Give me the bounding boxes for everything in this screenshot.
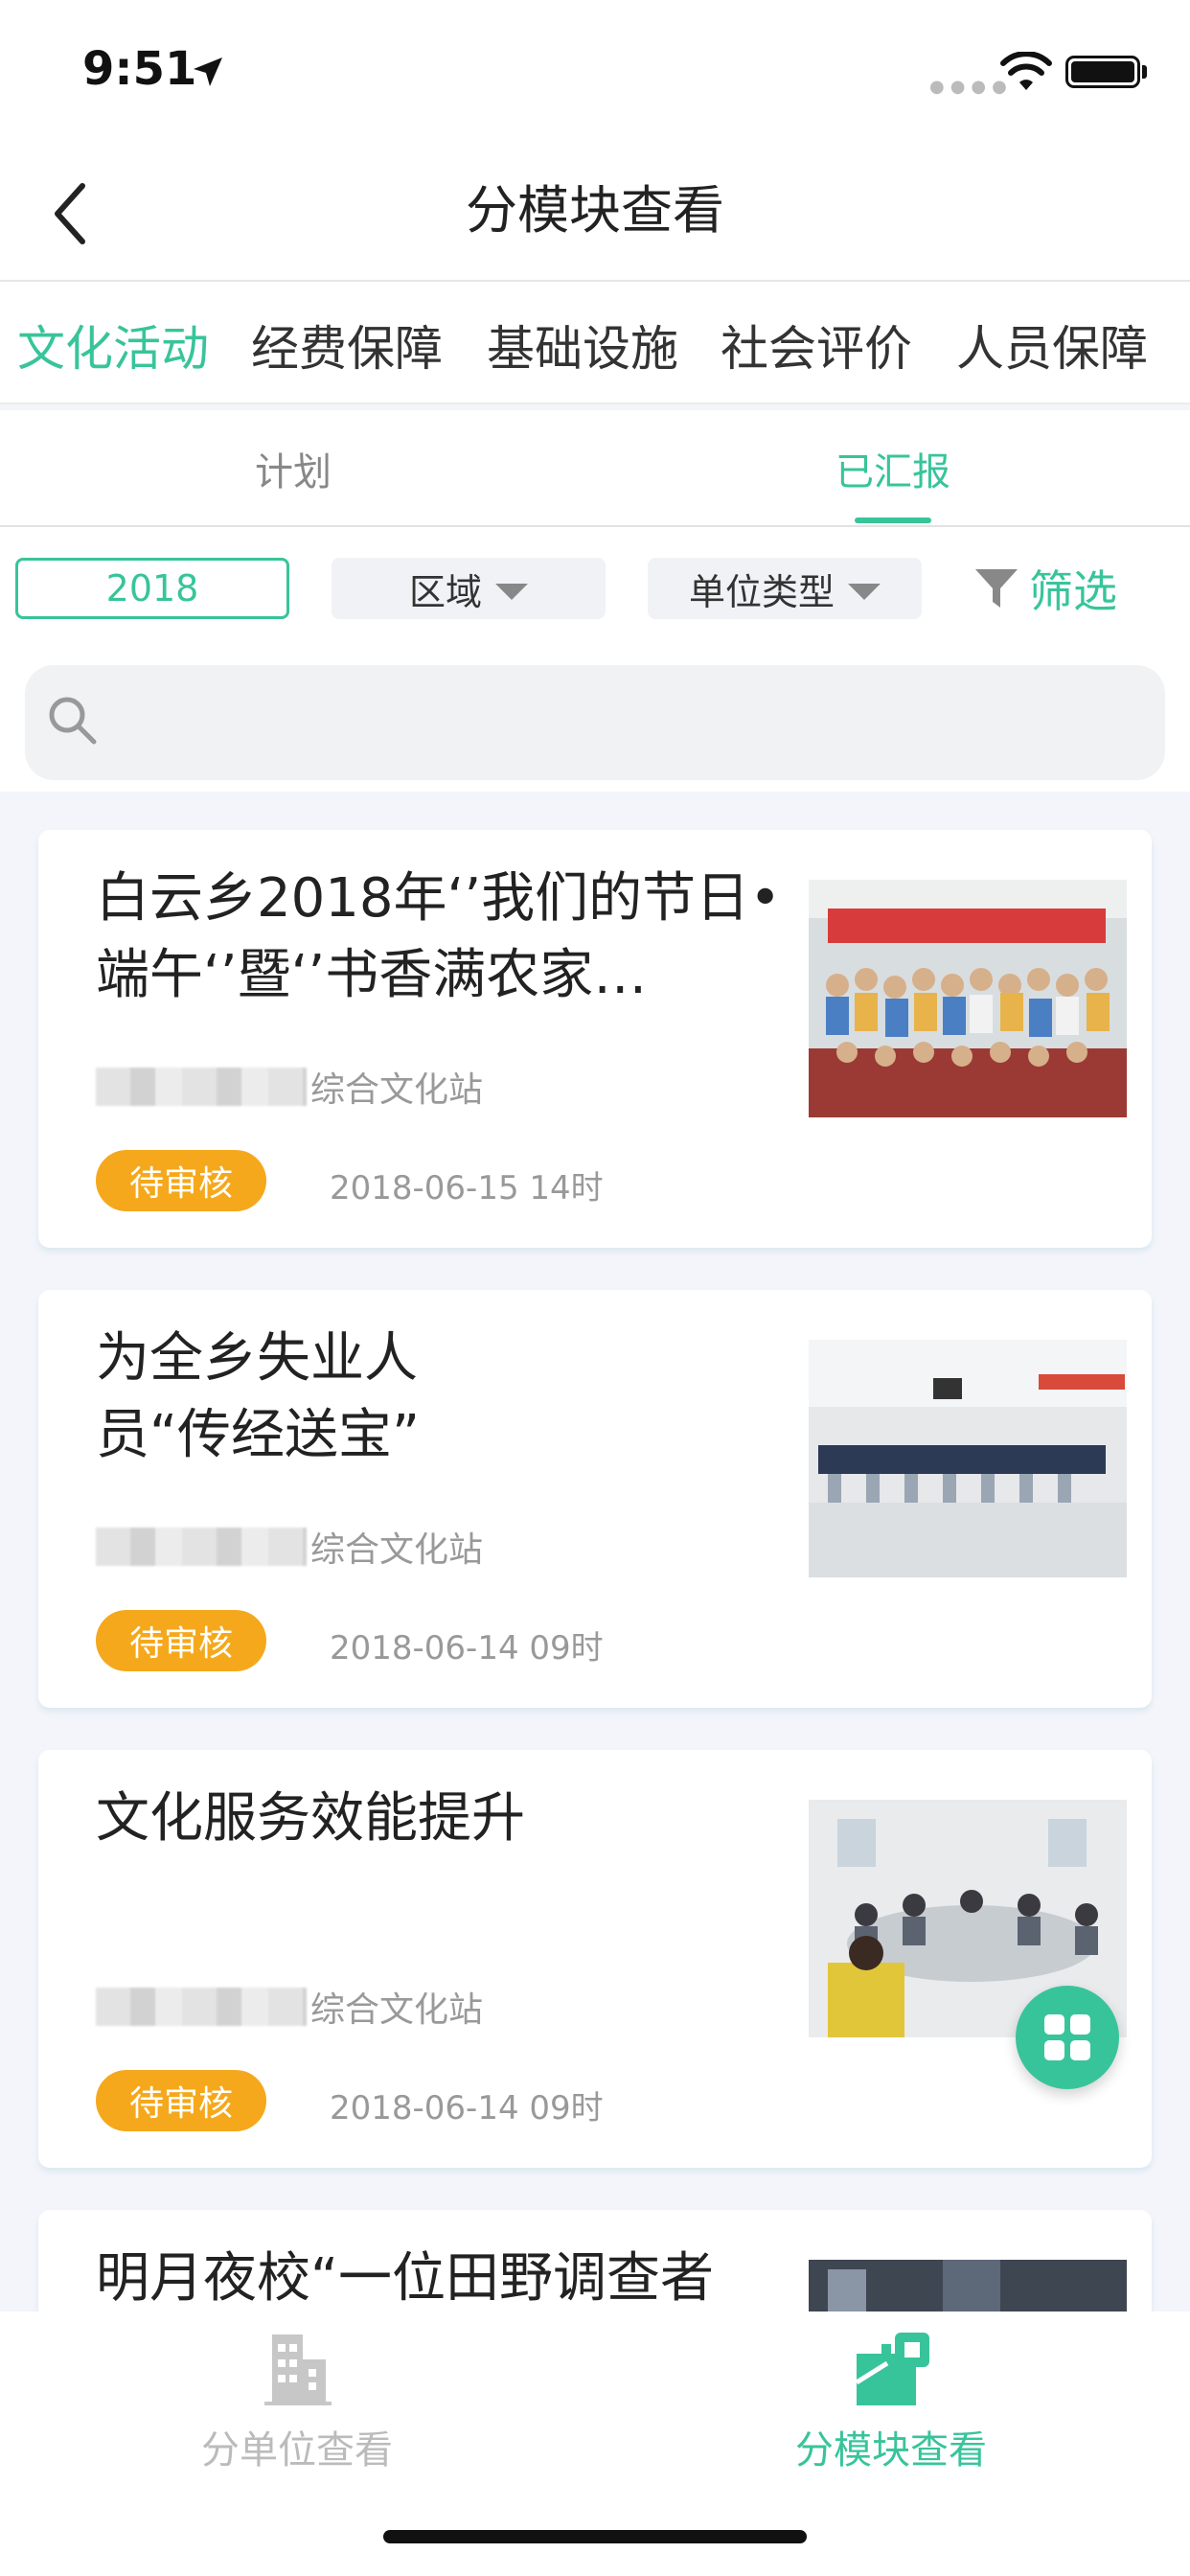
filter-button-label: 筛选 [1029, 565, 1117, 617]
bottom-tab-by-module[interactable]: 分模块查看 [747, 2319, 1035, 2472]
card-org: 综合文化站 [96, 1982, 483, 2032]
filter-button[interactable]: 筛选 [973, 558, 1117, 619]
card-title: 白云乡2018年‘’我们的节日•端午‘’暨‘’书香满农家… [96, 867, 782, 1006]
redacted-name [96, 1988, 307, 2026]
search-input[interactable] [25, 665, 1165, 780]
card-date: 2018-06-14 09时 [330, 1629, 604, 1668]
card-org: 综合文化站 [96, 1062, 483, 1112]
card-thumbnail [809, 2260, 1127, 2313]
card-org-label: 综合文化站 [310, 1530, 484, 1570]
module-tab-infrastructure[interactable]: 基础设施 [487, 310, 678, 380]
status-time: 9:51 [82, 42, 197, 96]
card-title: 明月夜校“一位田野调查者 [96, 2247, 715, 2310]
battery-icon [1065, 56, 1140, 88]
bottom-tab-by-unit[interactable]: 分单位查看 [153, 2319, 441, 2472]
caret-down-icon [495, 583, 528, 600]
battery-tip [1142, 65, 1147, 79]
location-arrow-icon [194, 58, 222, 86]
funnel-icon [975, 569, 1018, 608]
home-indicator [383, 2530, 807, 2543]
card-org: 综合文化站 [96, 1522, 483, 1572]
sub-tabs [0, 410, 1190, 527]
card-thumbnail [809, 880, 1127, 1117]
year-filter[interactable]: 2018 [15, 558, 289, 619]
redacted-name [96, 1528, 307, 1566]
tab-plan[interactable]: 计划 [197, 441, 389, 496]
card-date: 2018-06-14 09时 [330, 2089, 604, 2128]
grid-menu-button[interactable] [1016, 1986, 1119, 2089]
status-badge: 待审核 [96, 2070, 266, 2131]
card-date: 2018-06-15 14时 [330, 1169, 604, 1208]
module-tab-staffing[interactable]: 人员保障 [956, 310, 1148, 380]
active-tab-indicator [855, 518, 931, 523]
caret-down-icon [848, 583, 881, 600]
module-tab-funding[interactable]: 经费保障 [251, 310, 443, 380]
unit-type-filter[interactable]: 单位类型 [648, 558, 922, 619]
module-tab-social-evaluation[interactable]: 社会评价 [721, 310, 912, 380]
status-badge: 待审核 [96, 1150, 266, 1211]
card-org-label: 综合文化站 [310, 1990, 484, 2030]
bottom-tab-by-unit-label: 分单位查看 [201, 2428, 393, 2472]
status-badge: 待审核 [96, 1610, 266, 1671]
card-title: 为全乡失业人员“传经送宝” [96, 1327, 421, 1466]
module-tab-culture[interactable]: 文化活动 [17, 310, 209, 380]
module-icon [855, 2333, 929, 2405]
region-filter[interactable]: 区域 [332, 558, 606, 619]
card-org-label: 综合文化站 [310, 1070, 484, 1110]
card-thumbnail [809, 1340, 1127, 1577]
card-title: 文化服务效能提升 [96, 1787, 525, 1850]
bottom-tab-by-module-label: 分模块查看 [795, 2428, 987, 2472]
page-title: 分模块查看 [466, 180, 724, 241]
grid-icon [1044, 2014, 1090, 2060]
search-icon [49, 697, 97, 745]
redacted-name [96, 1068, 307, 1106]
tab-reported[interactable]: 已汇报 [797, 441, 989, 496]
building-icon [264, 2334, 332, 2405]
wifi-icon [1000, 52, 1052, 90]
region-filter-label: 区域 [408, 570, 482, 613]
unit-type-filter-label: 单位类型 [688, 570, 835, 613]
